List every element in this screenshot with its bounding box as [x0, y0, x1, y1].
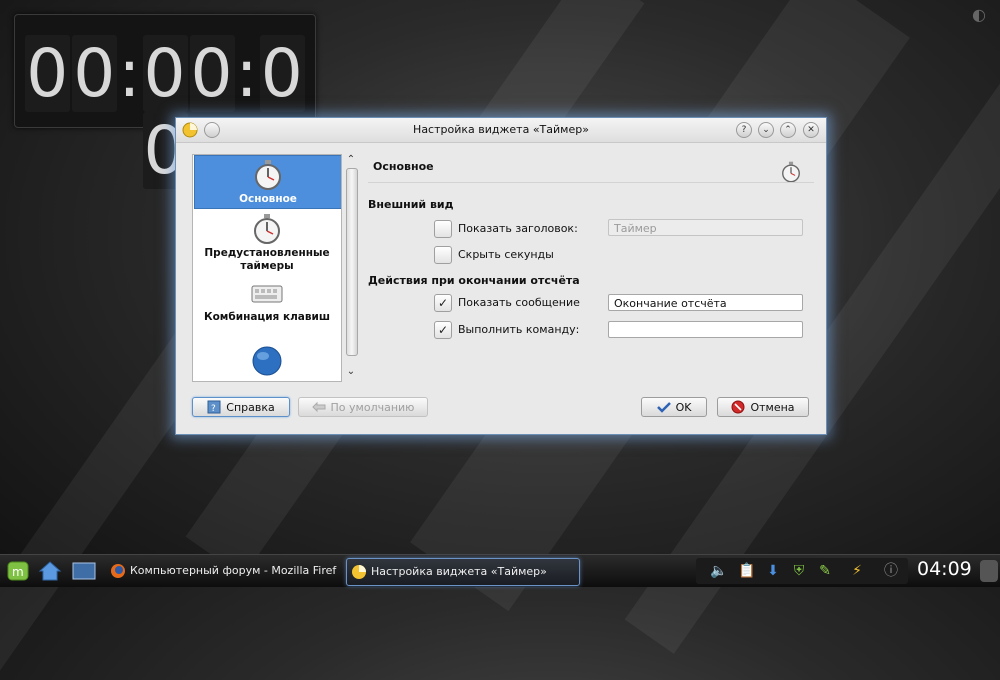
timer-separator: :	[118, 35, 142, 112]
minimize-button[interactable]: ⌄	[758, 122, 774, 138]
actions-heading: Действия при окончании отсчёта	[368, 274, 580, 287]
firefox-icon	[111, 564, 125, 578]
maximize-button[interactable]: ⌃	[780, 122, 796, 138]
system-tray: 🔈 📋 ⬇ ⛨ ✎ ⚡ ⓘ	[696, 558, 908, 584]
timer-digit[interactable]: 0	[72, 35, 118, 112]
home-folder-icon[interactable]	[38, 559, 62, 583]
panel-toolbox-icon[interactable]	[980, 560, 998, 582]
clipboard-icon[interactable]: 📋	[738, 562, 756, 580]
show-desktop-icon[interactable]	[72, 559, 96, 583]
cancel-button-label: Отмена	[750, 401, 795, 414]
checkmark-icon	[656, 402, 671, 413]
help-button[interactable]: ? Справка	[192, 397, 290, 417]
volume-icon[interactable]: 🔈	[710, 562, 728, 580]
desktop-toolbox-icon[interactable]: ◐	[968, 4, 990, 26]
download-icon[interactable]: ⬇	[764, 562, 782, 580]
svg-text:m: m	[12, 565, 24, 579]
timer-digit[interactable]: 0	[142, 35, 188, 112]
title-field[interactable]: Таймер	[608, 219, 803, 236]
task-label: Настройка виджета «Таймер»	[371, 565, 547, 578]
close-button[interactable]: ✕	[803, 122, 819, 138]
clock[interactable]: 04:09	[917, 558, 972, 580]
hide-seconds-checkbox[interactable]	[434, 246, 452, 264]
dialog-titlebar[interactable]: Настройка виджета «Таймер» ? ⌄ ⌃ ✕	[176, 118, 826, 143]
ok-button[interactable]: OK	[641, 397, 707, 417]
category-item-globe[interactable]	[194, 345, 340, 381]
timer-digit[interactable]: 0	[189, 35, 235, 112]
task-label: Компьютерный форум - Mozilla Firef	[130, 564, 337, 577]
panel-title: Основное	[373, 160, 434, 173]
show-title-checkbox[interactable]	[434, 220, 452, 238]
timer-widget[interactable]: 00:00:00	[14, 14, 316, 189]
timer-digit[interactable]: 0	[25, 35, 71, 112]
run-command-checkbox[interactable]: ✓	[434, 321, 452, 339]
timer-app-icon	[352, 565, 366, 579]
help-book-icon: ?	[207, 400, 221, 414]
cancel-icon	[731, 400, 745, 414]
globe-icon	[252, 346, 282, 376]
category-label: Предустановленные таймеры	[204, 247, 330, 272]
shield-icon[interactable]: ⛨	[790, 562, 808, 580]
run-command-label: Выполнить команду:	[458, 323, 580, 336]
category-item-general[interactable]: Основное	[194, 155, 341, 209]
show-message-label: Показать сообщение	[458, 296, 580, 309]
info-icon[interactable]: ⓘ	[882, 562, 900, 580]
divider	[368, 182, 814, 183]
help-title-button[interactable]: ?	[736, 122, 752, 138]
scroll-thumb[interactable]	[346, 168, 358, 356]
scroll-track[interactable]	[346, 168, 358, 366]
task-timer-settings[interactable]: Настройка виджета «Таймер»	[346, 558, 580, 586]
timer-separator: :	[235, 35, 259, 112]
taskbar: m Компьютерный форум - Mozilla Firef Нас…	[0, 554, 1000, 587]
keyboard-icon	[251, 285, 283, 303]
command-field[interactable]	[608, 321, 803, 338]
category-item-shortcuts[interactable]: Комбинация клавиш	[194, 283, 340, 339]
ok-button-label: OK	[675, 401, 692, 414]
stopwatch-icon	[255, 160, 281, 190]
category-item-presets[interactable]: Предустановленные таймеры	[194, 213, 340, 273]
category-label: Основное	[239, 193, 297, 205]
hide-seconds-label: Скрыть секунды	[458, 248, 554, 261]
svg-text:?: ?	[211, 404, 216, 414]
power-icon[interactable]: ⚡	[848, 562, 866, 580]
defaults-button[interactable]: По умолчанию	[298, 397, 428, 417]
cancel-button[interactable]: Отмена	[717, 397, 809, 417]
category-list: Основное Предустановленные таймеры Комби…	[192, 154, 342, 382]
stopwatch-icon	[254, 214, 280, 244]
settings-dialog: Настройка виджета «Таймер» ? ⌄ ⌃ ✕ Основ…	[175, 117, 827, 435]
message-field[interactable]: Окончание отсчёта	[608, 294, 803, 311]
category-scrollbar[interactable]: ⌃ ⌄	[344, 154, 358, 380]
dialog-title: Настройка виджета «Таймер»	[413, 123, 589, 136]
show-title-label: Показать заголовок:	[458, 222, 578, 235]
appearance-heading: Внешний вид	[368, 198, 454, 211]
task-firefox[interactable]: Компьютерный форум - Mozilla Firef	[108, 558, 340, 584]
help-button-label: Справка	[226, 401, 275, 414]
scroll-up-arrow-icon[interactable]: ⌃	[344, 154, 358, 166]
show-message-checkbox[interactable]: ✓	[434, 294, 452, 312]
defaults-button-label: По умолчанию	[330, 401, 415, 414]
timer-digit[interactable]: 0	[259, 35, 305, 112]
network-icon[interactable]: ✎	[816, 562, 834, 580]
stopwatch-icon	[782, 161, 800, 183]
mint-menu-icon[interactable]: m	[6, 559, 30, 583]
defaults-icon	[311, 401, 326, 413]
scroll-down-arrow-icon[interactable]: ⌄	[344, 366, 358, 378]
category-label: Комбинация клавиш	[204, 311, 330, 323]
